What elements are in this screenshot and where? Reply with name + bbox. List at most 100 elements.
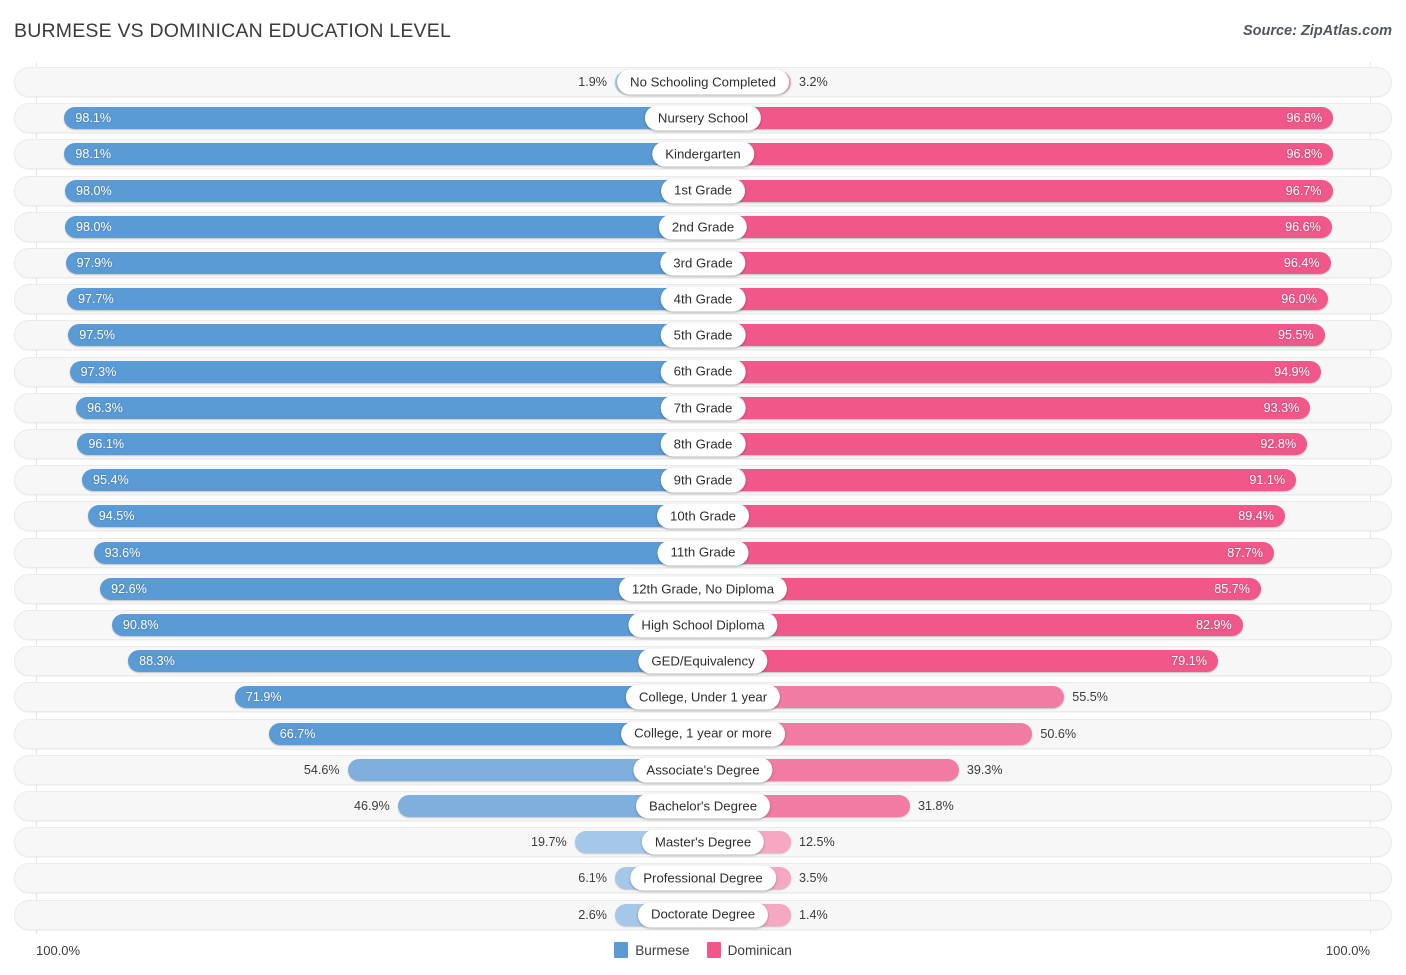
chart-row: 90.8% 82.9% High School Diploma — [14, 610, 1392, 640]
category-label-text: Doctorate Degree — [650, 906, 756, 922]
category-label-text: 4th Grade — [673, 291, 733, 307]
bar-burmese: 93.6% — [93, 541, 703, 564]
category-label-pill: High School Diploma — [628, 612, 778, 638]
value-label-burmese: 97.3% — [80, 364, 117, 379]
category-label-pill: GED/Equivalency — [638, 648, 768, 674]
category-label-pill: College, Under 1 year — [625, 684, 781, 710]
category-label-text: College, Under 1 year — [638, 689, 768, 705]
chart-row: 66.7% 50.6% College, 1 year or more — [14, 718, 1392, 749]
value-label-burmese: 66.7% — [279, 726, 316, 741]
value-label-dominican: 94.9% — [1274, 364, 1310, 379]
category-label-text: High School Diploma — [641, 617, 765, 633]
chart-row: 93.6% 87.7% 11th Grade — [14, 537, 1392, 568]
page-title: BURMESE VS DOMINICAN EDUCATION LEVEL — [14, 20, 451, 42]
value-label-dominican: 31.8% — [918, 799, 954, 813]
chart-row: 97.5% 95.5% 5th Grade — [14, 320, 1392, 351]
chart-row: 97.9% 96.4% 3rd Grade — [14, 248, 1392, 278]
chart-header: BURMESE VS DOMINICAN EDUCATION LEVEL Sou… — [0, 0, 1406, 62]
value-label-burmese: 90.8% — [122, 618, 159, 632]
category-label-text: 11th Grade — [670, 544, 736, 560]
chart-row: 1.9% 3.2% No Schooling Completed — [14, 67, 1392, 97]
chart-row: 97.3% 94.9% 6th Grade — [14, 356, 1392, 387]
value-label-dominican: 96.8% — [1286, 147, 1323, 162]
category-label-pill: 12th Grade, No Diploma — [618, 576, 788, 602]
category-label-text: Nursery School — [657, 110, 749, 126]
category-label-text: GED/Equivalency — [651, 653, 755, 669]
bar-dominican: 91.1% — [703, 469, 1297, 492]
bar-dominican: 93.3% — [703, 396, 1311, 419]
category-label-text: 9th Grade — [673, 472, 733, 488]
chart-row: 71.9% 55.5% College, Under 1 year — [14, 682, 1392, 713]
chart-row: 54.6% 39.3% Associate's Degree — [14, 754, 1392, 785]
bar-dominican: 96.6% — [703, 215, 1332, 238]
category-label-text: 6th Grade — [673, 363, 733, 379]
chart-plot-area: 1.9% 3.2% No Schooling Completed 98.1% 96.8%… — [0, 62, 1406, 934]
legend-item[interactable]: Dominican — [706, 942, 792, 958]
legend-label: Burmese — [635, 942, 690, 958]
value-label-burmese: 88.3% — [139, 654, 175, 669]
value-label-dominican: 82.9% — [1195, 618, 1232, 632]
bar-burmese: 94.5% — [87, 505, 703, 528]
value-label-burmese: 98.0% — [76, 183, 112, 198]
category-label-text: College, 1 year or more — [634, 725, 772, 741]
category-label-text: 12th Grade, No Diploma — [631, 581, 775, 597]
bar-dominican: 96.4% — [703, 252, 1331, 274]
category-label-text: 8th Grade — [673, 436, 733, 452]
bar-dominican: 89.4% — [703, 505, 1285, 528]
bar-burmese: 97.9% — [65, 252, 703, 274]
chart-row: 6.1% 3.5% Professional Degree — [14, 863, 1392, 894]
value-label-burmese: 95.4% — [92, 473, 129, 488]
legend-item[interactable]: Burmese — [614, 942, 690, 958]
value-label-dominican: 55.5% — [1072, 690, 1109, 705]
value-label-burmese: 2.6% — [578, 907, 607, 922]
bar-burmese: 97.5% — [68, 324, 703, 347]
value-label-dominican: 96.0% — [1281, 292, 1317, 307]
value-label-dominican: 96.7% — [1285, 183, 1322, 198]
value-label-dominican: 96.4% — [1283, 256, 1320, 270]
chart-row: 95.4% 91.1% 9th Grade — [14, 465, 1392, 496]
category-label-pill: 7th Grade — [660, 395, 746, 421]
chart-row: 96.3% 93.3% 7th Grade — [14, 392, 1392, 423]
category-label-text: Associate's Degree — [646, 762, 760, 778]
chart-legend: Burmese Dominican — [0, 942, 1406, 958]
category-label-text: 3rd Grade — [673, 255, 733, 271]
category-label-pill: 5th Grade — [660, 322, 746, 348]
value-label-burmese: 96.3% — [87, 400, 123, 415]
category-label-pill: 9th Grade — [660, 467, 746, 493]
source-attribution: Source: ZipAtlas.com — [1242, 23, 1392, 39]
bar-dominican: 96.7% — [703, 179, 1333, 202]
bar-burmese: 98.0% — [65, 215, 703, 238]
category-label-pill: Professional Degree — [630, 865, 776, 891]
bar-dominican: 96.0% — [703, 288, 1328, 311]
category-label-pill: College, 1 year or more — [621, 721, 785, 747]
category-label-pill: 10th Grade — [657, 503, 749, 529]
value-label-burmese: 98.0% — [76, 219, 112, 234]
chart-row: 98.1% 96.8% Nursery School — [14, 103, 1392, 134]
chart-row: 96.1% 92.8% 8th Grade — [14, 429, 1392, 459]
category-label-pill: No Schooling Completed — [617, 69, 789, 95]
value-label-burmese: 97.7% — [77, 292, 114, 307]
value-label-burmese: 46.9% — [353, 799, 390, 813]
category-label-pill: Kindergarten — [652, 141, 754, 167]
value-label-dominican: 93.3% — [1263, 400, 1300, 415]
value-label-burmese: 71.9% — [245, 690, 282, 705]
category-label-pill: 8th Grade — [660, 431, 746, 457]
value-label-dominican: 87.7% — [1227, 545, 1263, 560]
category-label-text: 10th Grade — [670, 508, 736, 524]
category-label-pill: Doctorate Degree — [637, 902, 769, 928]
category-label-pill: Master's Degree — [641, 829, 765, 855]
bar-burmese: 98.1% — [64, 143, 703, 166]
value-label-burmese: 98.1% — [75, 147, 112, 162]
chart-row: 98.1% 96.8% Kindergarten — [14, 139, 1392, 170]
value-label-dominican: 95.5% — [1277, 328, 1314, 343]
bar-dominican: 82.9% — [703, 614, 1243, 636]
value-label-burmese: 92.6% — [111, 581, 147, 596]
chart-row: 97.7% 96.0% 4th Grade — [14, 284, 1392, 315]
category-label-pill: 4th Grade — [660, 286, 746, 312]
chart-footer: 100.0% 100.0% Burmese Dominican — [0, 934, 1406, 975]
bar-dominican: 92.8% — [703, 433, 1308, 455]
category-label-text: 7th Grade — [673, 400, 733, 416]
value-label-dominican: 3.2% — [799, 75, 828, 89]
bar-dominican: 94.9% — [703, 360, 1321, 383]
value-label-dominican: 92.8% — [1260, 437, 1297, 451]
